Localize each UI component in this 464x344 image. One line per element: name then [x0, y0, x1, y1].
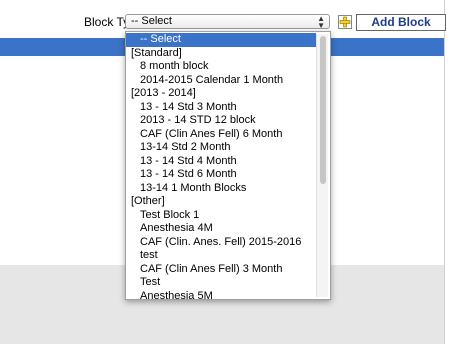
dropdown-option[interactable]: test: [126, 249, 316, 263]
dropdown-option[interactable]: 13-14 1 Month Blocks: [126, 182, 316, 196]
dropdown-option[interactable]: 2014-2015 Calendar 1 Month: [126, 74, 316, 88]
option-group-header: [Other]: [131, 195, 165, 207]
dropdown-option[interactable]: -- Select: [126, 33, 316, 47]
dropdown-option[interactable]: 8 month block: [126, 60, 316, 74]
dropdown-option[interactable]: Anesthesia 4M: [126, 222, 316, 236]
dropdown-option[interactable]: Test: [126, 276, 316, 290]
dropdown-option[interactable]: 13 - 14 Std 3 Month: [126, 101, 316, 115]
option-group-header: [Standard]: [131, 46, 182, 59]
block-type-dropdown-list[interactable]: -- Select [Standard] 8 month block 2014-201…: [125, 31, 331, 300]
dropdown-option[interactable]: CAF (Clin. Anes. Fell) 2015-2016: [126, 236, 316, 250]
dropdown-option[interactable]: CAF (Clin Anes Fell) 6 Month: [126, 128, 316, 142]
dropdown-option[interactable]: CAF (Clin Anes Fell) 3 Month: [126, 263, 316, 277]
scrollbar-thumb[interactable]: [320, 36, 326, 184]
page-edge: [444, 0, 464, 344]
add-plus-icon[interactable]: [338, 15, 352, 29]
dropdown-scrollbar[interactable]: [316, 34, 328, 297]
dropdown-option[interactable]: 2013 - 14 STD 12 block: [126, 114, 316, 128]
dropdown-option[interactable]: Anesthesia 5M: [126, 290, 316, 300]
dropdown-option[interactable]: 13 - 14 Std 6 Month: [126, 168, 316, 182]
dropdown-option[interactable]: Test Block 1: [126, 209, 316, 223]
select-value: -- Select: [131, 15, 172, 27]
option-group-header: [2013 - 2014]: [131, 87, 196, 99]
add-block-button[interactable]: Add Block: [356, 14, 446, 31]
select-arrows-icon: ▲ ▼: [317, 14, 325, 30]
option-list: -- Select [Standard] 8 month block 2014-201…: [126, 33, 316, 300]
dropdown-option[interactable]: 13-14 Std 2 Month: [126, 141, 316, 155]
dropdown-option[interactable]: 13 - 14 Std 4 Month: [126, 155, 316, 169]
block-type-select[interactable]: -- Select ▲ ▼: [125, 14, 330, 30]
